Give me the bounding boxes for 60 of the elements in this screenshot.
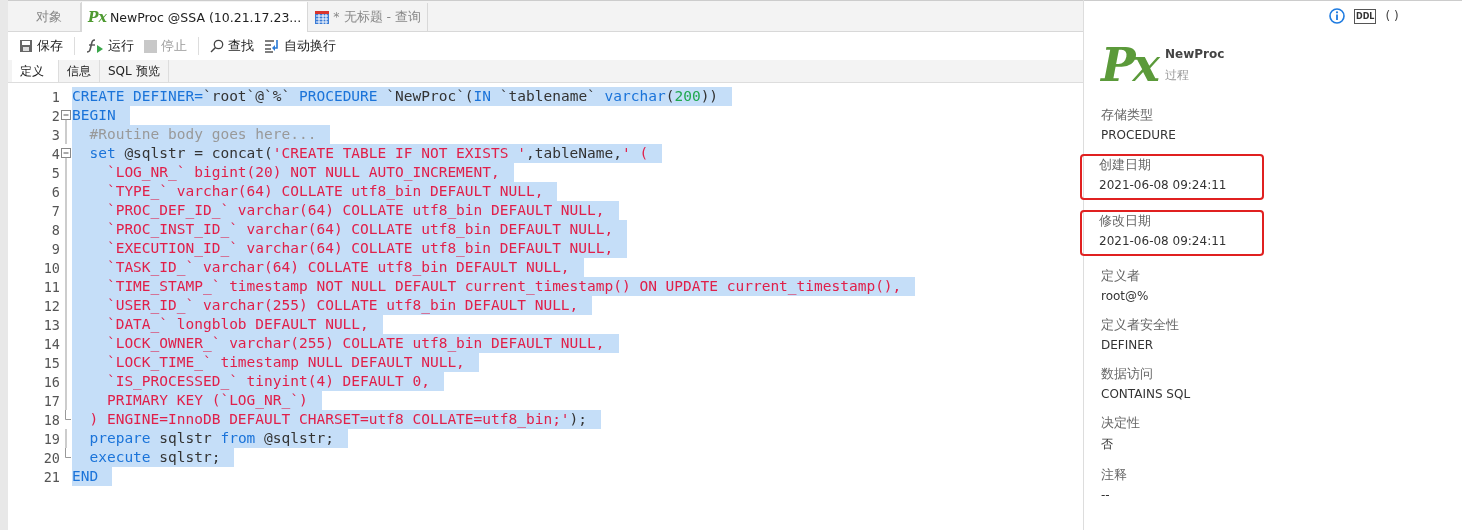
line-number: 10 [42, 259, 60, 276]
toolbar-button[interactable]: 运行 [83, 35, 137, 57]
ddl-button[interactable]: DDL [1354, 8, 1377, 24]
property-label: 修改日期 [1099, 213, 1152, 230]
line-number: 1 [50, 88, 60, 105]
toolbar-button[interactable]: 自动换行 [261, 35, 339, 57]
object-name: NewProc [1165, 47, 1225, 61]
line-number: 14 [42, 335, 60, 352]
property-value: 否 [1101, 436, 1114, 453]
property-value: PROCEDURE [1101, 128, 1176, 142]
property-label: 存储类型 [1101, 107, 1154, 124]
line-number: 6 [50, 183, 60, 200]
line-number: 15 [42, 354, 60, 371]
toolbar-button[interactable]: 查找 [207, 35, 257, 57]
line-number: 2 [50, 107, 60, 124]
property-value: -- [1101, 488, 1111, 502]
line-number: 5 [50, 164, 60, 181]
property-label: 定义者 [1101, 268, 1141, 285]
tab[interactable]: Px NewProc @SSA (10.21.17.23... [81, 2, 309, 32]
line-number: 16 [42, 373, 60, 390]
toolbar-button[interactable]: 保存 [16, 35, 66, 57]
property-value: DEFINER [1101, 338, 1155, 352]
line-number: 17 [42, 392, 60, 409]
property-label: 定义者安全性 [1101, 317, 1179, 334]
property-value: root@% [1101, 289, 1149, 303]
property-label: 决定性 [1101, 415, 1140, 432]
table-icon [314, 9, 331, 25]
object-type: 过程 [1165, 67, 1190, 84]
line-number: 19 [42, 430, 60, 447]
parameters-button[interactable]: ( ) [1385, 9, 1399, 23]
info-icon[interactable] [1329, 8, 1345, 24]
property-value: CONTAINS SQL [1101, 387, 1191, 401]
line-number: 21 [42, 468, 60, 485]
line-number: 4 [50, 145, 60, 162]
fold-end-line [65, 410, 71, 420]
line-number: 18 [42, 411, 60, 428]
line-number: 7 [50, 202, 60, 219]
property-label: 注释 [1101, 467, 1127, 484]
function-run-icon [86, 38, 104, 54]
property-value: 2021-06-08 09:24:11 [1099, 234, 1227, 248]
line-number: 12 [42, 297, 60, 314]
procedure-logo: Px [1101, 37, 1157, 93]
line-number: 11 [42, 278, 60, 295]
save-icon [19, 39, 33, 53]
procedure-icon: Px [88, 9, 107, 25]
line-number: 8 [50, 221, 60, 238]
fold-guide-line [65, 125, 67, 144]
stop-icon [144, 39, 157, 53]
line-number: 3 [50, 126, 60, 143]
fold-guide-line [65, 429, 67, 448]
fold-end-line [65, 448, 71, 458]
line-number: 9 [50, 240, 60, 257]
property-label: 数据访问 [1101, 366, 1154, 383]
search-icon [210, 39, 224, 53]
tab[interactable]: 定义 [12, 60, 59, 82]
word-wrap-icon [264, 39, 280, 53]
property-value: 2021-06-08 09:24:11 [1099, 178, 1227, 192]
line-number: 20 [42, 449, 60, 466]
property-label: 创建日期 [1099, 157, 1152, 174]
line-number: 13 [42, 316, 60, 333]
